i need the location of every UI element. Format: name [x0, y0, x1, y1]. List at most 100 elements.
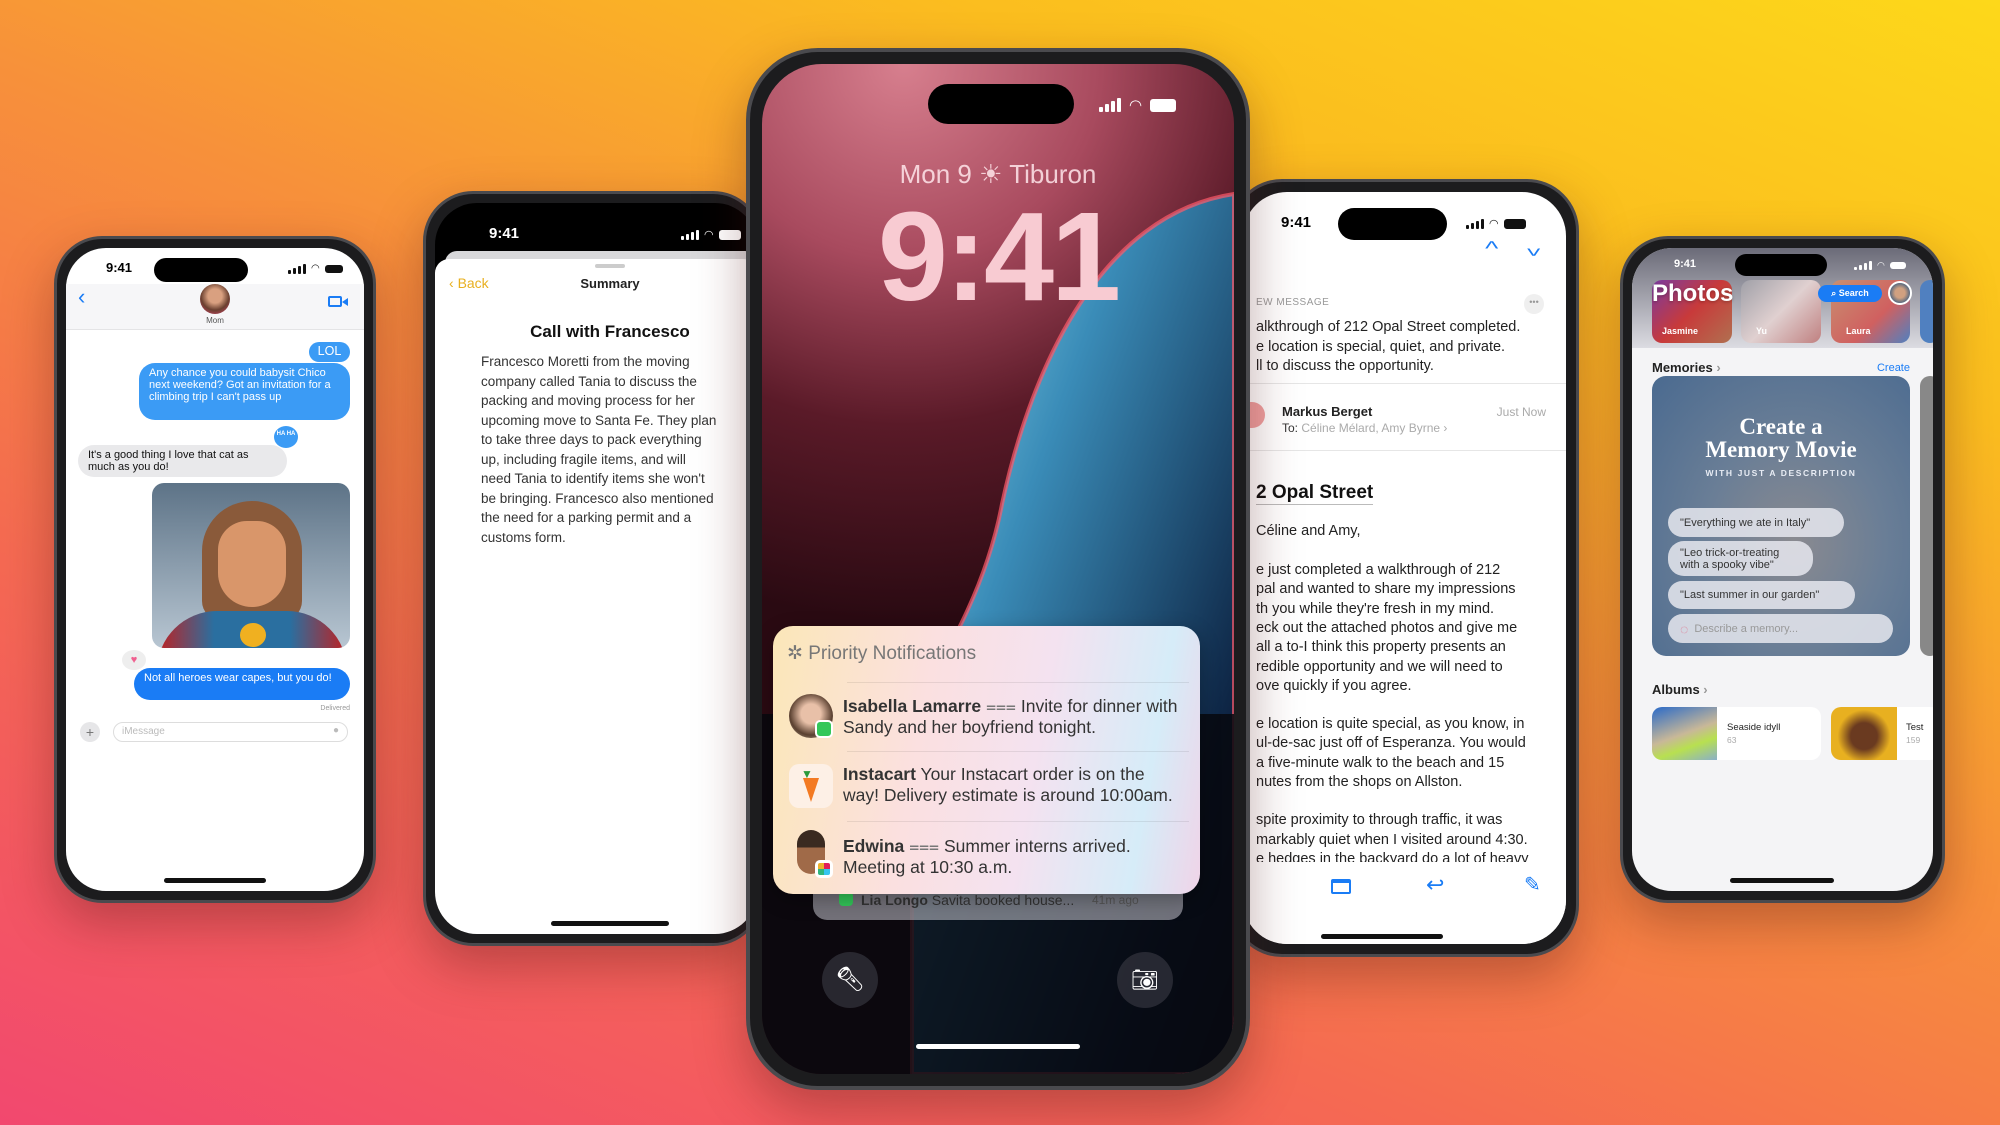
haha-tapback: HA HA [274, 426, 298, 448]
flashlight-button[interactable]: 🔦︎ [822, 952, 878, 1008]
note-body-line: need Tania to identify items she won't [481, 471, 705, 486]
suggestion-chip[interactable]: "Last summer in our garden" [1668, 581, 1855, 609]
note-body-line: company called Tania to discuss the [481, 373, 697, 389]
mail-body-line: e hedges in the backyard do a lot of hea… [1256, 850, 1529, 862]
folder-icon[interactable] [1331, 879, 1351, 894]
album-card[interactable]: Seaside idyll 63 [1652, 707, 1821, 760]
video-call-icon[interactable] [328, 296, 342, 307]
memory-movie-card[interactable]: Create a Memory Movie WITH JUST A DESCRI… [1652, 376, 1910, 656]
battery-icon [1889, 262, 1906, 269]
sheet-grabber[interactable] [595, 264, 625, 268]
person-name: Yu [1756, 326, 1768, 336]
search-label: Search [1838, 288, 1869, 298]
mail-body-line: e just completed a walkthrough of 212 [1256, 562, 1501, 578]
mail-body-line: eck out the attached photos and give me [1256, 619, 1518, 636]
summary-sheet: ‹ Back Summary Call with Francesco Franc… [435, 259, 757, 934]
contact-avatar[interactable] [200, 284, 230, 314]
battery-icon [1503, 218, 1526, 229]
note-body-line: Francesco Moretti from the moving [481, 354, 690, 369]
album-count: 159 [1906, 735, 1921, 745]
search-button[interactable]: ⌕ Search [1818, 285, 1882, 302]
notification-body-line2: way! Delivery estimate is around 10:00am… [843, 785, 1173, 805]
person-tile[interactable] [1920, 280, 1933, 343]
carrot-body [803, 778, 819, 802]
mail-subject: 2 Opal Street [1256, 482, 1374, 505]
mail-body-line: a five-minute walk to the beach and 15 [1256, 754, 1505, 771]
note-title: Call with Francesco [530, 322, 690, 341]
back-chevron-icon[interactable]: ‹ [78, 284, 85, 310]
dynamic-island [1735, 254, 1827, 276]
phone-messages: 9:41 ◠ ‹ Mom LOL Any chance you could ba… [54, 236, 376, 903]
next-memory-card[interactable] [1920, 376, 1933, 656]
describe-memory-input[interactable]: ◌ Describe a memory... [1668, 614, 1893, 643]
profile-avatar[interactable] [1888, 281, 1912, 305]
note-body-line: the need for a parking permit and a [481, 510, 692, 525]
note-body-line: packing and moving process for her [481, 393, 695, 408]
signal-icon [681, 229, 699, 240]
memory-title-line2: Memory Movie [1705, 437, 1857, 462]
battery-icon [324, 264, 343, 273]
person-tile[interactable] [1741, 280, 1821, 343]
superhero-genmoji-image [152, 483, 350, 648]
emblem [240, 623, 266, 647]
albums-header[interactable]: Albums › [1652, 682, 1708, 697]
camera-button[interactable]: 📷︎ [1117, 952, 1173, 1008]
mail-body-line: ul-de-sac just off of Esperanza. You wou… [1256, 735, 1526, 752]
message-bubble: It's a good thing I love that cat as muc… [78, 445, 287, 477]
suggestion-chip[interactable]: "Leo trick-or-treating with a spooky vib… [1668, 541, 1813, 576]
mail-toolbar [1243, 864, 1566, 944]
contact-name[interactable]: Mom [66, 316, 364, 325]
album-count: 63 [1727, 735, 1737, 745]
phone-notes: 9:41 ◠ ‹ Back Summary Call with Francesc… [423, 191, 763, 946]
reply-icon[interactable]: ↩ [1426, 872, 1444, 898]
priority-notifications-card[interactable]: ✲ Priority Notifications Isabella Lamarr… [773, 626, 1200, 894]
suggestion-chip[interactable]: "Everything we ate in Italy" [1668, 508, 1844, 537]
note-body-line: to take three days to pack everything [481, 432, 702, 447]
person-name: Jasmine [1662, 326, 1699, 336]
dynamic-island [154, 258, 248, 282]
apple-intelligence-icon: ✲ [787, 643, 803, 664]
create-memory-link[interactable]: Create [1877, 362, 1910, 374]
mail-body-line: spite proximity to through traffic, it w… [1256, 812, 1503, 829]
signal-icon [1099, 98, 1121, 112]
next-message-chevron-icon[interactable]: ^ [1527, 236, 1540, 259]
battery-icon [1150, 98, 1177, 112]
home-indicator [551, 921, 669, 926]
notification-body-line2: Meeting at 10:30 a.m. [843, 857, 1013, 877]
album-card[interactable]: Test 159 [1831, 707, 1933, 760]
delivered-status: Delivered [320, 705, 350, 712]
previous-message-chevron-icon[interactable]: ^ [1485, 238, 1498, 261]
notification-sender: Instacart [843, 764, 916, 784]
notification-row[interactable]: Isabella Lamarre ⩶ Invite for dinner wit… [773, 682, 1200, 751]
back-button[interactable]: ‹ Back [449, 275, 489, 291]
microphone-icon[interactable]: ● [333, 725, 339, 736]
summary-line: e location is special, quiet, and privat… [1256, 339, 1506, 355]
notification-row[interactable]: ▼ Instacart Your Instacart order is on t… [773, 752, 1200, 821]
recipients-line[interactable]: To: Céline Mélard, Amy Byrne › [1282, 421, 1447, 435]
slack-app-icon [815, 860, 833, 878]
status-icons: ◠ [1099, 96, 1177, 114]
home-indicator [164, 878, 266, 883]
message-input[interactable]: iMessage ● [113, 722, 348, 742]
messages-app-icon [815, 720, 833, 738]
add-attachment-button[interactable]: + [80, 722, 100, 742]
sender-name[interactable]: Markus Berget [1282, 404, 1372, 419]
apple-intelligence-icon: ◌ [1680, 620, 1689, 637]
notification-sender: Edwina [843, 836, 905, 856]
mail-body-line: e location is quite special, as you know… [1256, 716, 1525, 733]
note-body-line: up, including fragile items, and will [481, 451, 686, 467]
notification-row[interactable]: Edwina ⩶ Summer interns arrived. Meeting … [773, 822, 1200, 891]
mail-body-line: markably quiet when I visited around 4:3… [1256, 831, 1528, 848]
summary-line: ll to discuss the opportunity. [1256, 358, 1434, 374]
note-body-line: upcoming move to Santa Fe. They plan [481, 412, 717, 428]
status-icons: ◠ [1466, 217, 1526, 230]
memories-header[interactable]: Memories › [1652, 360, 1721, 375]
notification-text: Edwina ⩶ Summer interns arrived. Meeting … [843, 836, 1131, 878]
home-indicator [1730, 878, 1834, 883]
compose-icon[interactable]: ✎ [1524, 872, 1541, 897]
wifi-icon: ◠ [311, 263, 320, 274]
dynamic-island [1338, 208, 1447, 240]
photos-screen: Jasmine Yu Laura 9:41 ◠ Photos ⌕ Search … [1632, 248, 1933, 891]
phone-mail: 9:41 ◠ ^ ^ EW MESSAGE ••• alkthrough of … [1230, 179, 1579, 957]
more-options-button[interactable]: ••• [1524, 294, 1544, 314]
